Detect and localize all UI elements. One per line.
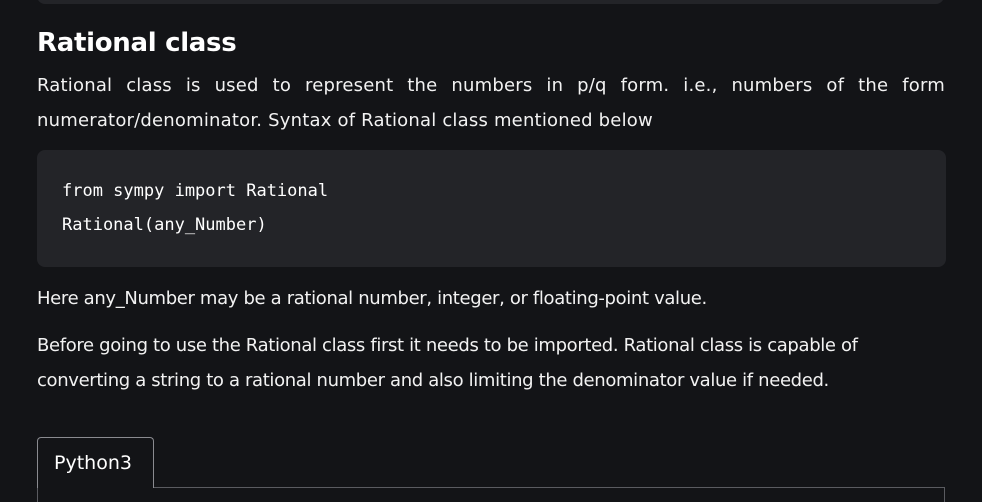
article-page: Rational class Rational class is used to…: [0, 0, 982, 502]
section-title: Rational class: [37, 28, 237, 58]
description-paragraph: Before going to use the Rational class f…: [37, 335, 858, 391]
tab-python3[interactable]: Python3: [37, 437, 154, 488]
syntax-code-block[interactable]: from sympy import Rational Rational(any_…: [37, 150, 946, 267]
code-tabs-panel: [37, 487, 945, 502]
note-paragraph: Here any_Number may be a rational number…: [37, 288, 707, 309]
code-line-call: Rational(any_Number): [62, 215, 267, 235]
code-line-import: from sympy import Rational: [62, 181, 329, 201]
previous-code-block: [37, 0, 944, 4]
intro-paragraph: Rational class is used to represent the …: [37, 75, 945, 131]
